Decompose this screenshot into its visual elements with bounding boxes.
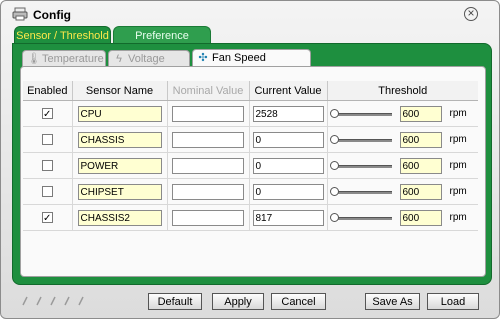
title-bar: Config × xyxy=(1,1,499,27)
slider-thumb[interactable] xyxy=(329,134,339,144)
default-button[interactable]: Default xyxy=(148,293,202,310)
sensor-name-field[interactable]: CHASSIS2 xyxy=(77,209,162,226)
tab-temperature[interactable]: 🌡Temperature xyxy=(22,50,106,67)
slider-thumb[interactable] xyxy=(329,212,339,222)
tab-voltage[interactable]: ϟ Voltage xyxy=(108,50,190,67)
table-row: POWER 0 600 rpm xyxy=(23,152,478,179)
fan-icon: ✣ xyxy=(198,52,208,64)
sensor-name-field[interactable]: CHIPSET xyxy=(77,183,162,200)
threshold-slider[interactable] xyxy=(329,211,394,225)
sensor-table: Enabled Sensor Name Nominal Value Curren… xyxy=(23,81,478,231)
load-button[interactable]: Load xyxy=(427,293,479,310)
table-row: ✓ CHASSIS2 817 600 rpm xyxy=(23,204,478,231)
table-row: CHASSIS 0 600 rpm xyxy=(23,126,478,153)
slider-track xyxy=(333,190,392,194)
threshold-slider[interactable] xyxy=(329,133,394,147)
header-current-value: Current Value xyxy=(249,81,328,101)
threshold-field[interactable]: 600 xyxy=(399,105,442,122)
tab-label: Fan Speed xyxy=(212,52,266,64)
unit-label: rpm xyxy=(449,108,467,119)
sensor-name-field[interactable]: CPU xyxy=(77,105,162,122)
threshold-field[interactable]: 600 xyxy=(399,157,442,174)
enabled-checkbox[interactable] xyxy=(41,160,53,171)
header-threshold: Threshold xyxy=(327,81,478,101)
sensor-name-field[interactable]: CHASSIS xyxy=(77,131,162,148)
enabled-checkbox[interactable] xyxy=(41,186,53,197)
threshold-slider[interactable] xyxy=(329,107,394,121)
slider-track xyxy=(333,138,392,142)
apply-button[interactable]: Apply xyxy=(212,293,264,310)
current-value-field: 0 xyxy=(252,183,324,200)
current-value-field: 817 xyxy=(252,209,324,226)
enabled-checkbox[interactable]: ✓ xyxy=(41,212,53,224)
enabled-checkbox[interactable] xyxy=(41,134,53,145)
unit-label: rpm xyxy=(449,160,467,171)
nominal-value-field xyxy=(172,209,244,226)
sensor-name-field[interactable]: POWER xyxy=(77,157,162,174)
save-as-button[interactable]: Save As xyxy=(365,293,420,310)
unit-label: rpm xyxy=(449,212,467,223)
slider-track xyxy=(333,112,392,116)
threshold-field[interactable]: 600 xyxy=(399,183,442,200)
tab-label: Voltage xyxy=(128,53,165,65)
slider-thumb[interactable] xyxy=(329,160,339,170)
threshold-slider[interactable] xyxy=(329,159,394,173)
nominal-value-field xyxy=(172,105,244,122)
table-row: CHIPSET 0 600 rpm xyxy=(23,178,478,205)
slider-thumb[interactable] xyxy=(329,186,339,196)
window-title: Config xyxy=(33,8,71,22)
threshold-field[interactable]: 600 xyxy=(399,209,442,226)
header-sensor-name: Sensor Name xyxy=(72,81,168,101)
table-row: ✓ CPU 2528 600 rpm xyxy=(23,100,478,127)
slider-thumb[interactable] xyxy=(329,108,339,118)
slider-track xyxy=(333,216,392,220)
enabled-checkbox[interactable]: ✓ xyxy=(41,108,53,120)
table-header-row: Enabled Sensor Name Nominal Value Curren… xyxy=(23,81,478,101)
header-nominal-value: Nominal Value xyxy=(167,81,250,101)
cancel-button[interactable]: Cancel xyxy=(271,293,326,310)
threshold-field[interactable]: 600 xyxy=(399,131,442,148)
current-value-field: 0 xyxy=(252,157,324,174)
unit-label: rpm xyxy=(449,186,467,197)
nominal-value-field xyxy=(172,183,244,200)
nominal-value-field xyxy=(172,131,244,148)
resize-grip-icon xyxy=(22,296,84,306)
current-value-field: 0 xyxy=(252,131,324,148)
header-enabled: Enabled xyxy=(23,81,73,101)
threshold-slider[interactable] xyxy=(329,185,394,199)
config-window: Config × Sensor / Threshold Preference 🌡… xyxy=(0,0,500,319)
slider-track xyxy=(333,164,392,168)
current-value-field: 2528 xyxy=(252,105,324,122)
close-icon[interactable]: × xyxy=(464,7,478,21)
unit-label: rpm xyxy=(449,134,467,145)
nominal-value-field xyxy=(172,157,244,174)
printer-icon xyxy=(12,7,28,21)
tab-label: Temperature xyxy=(42,53,104,65)
